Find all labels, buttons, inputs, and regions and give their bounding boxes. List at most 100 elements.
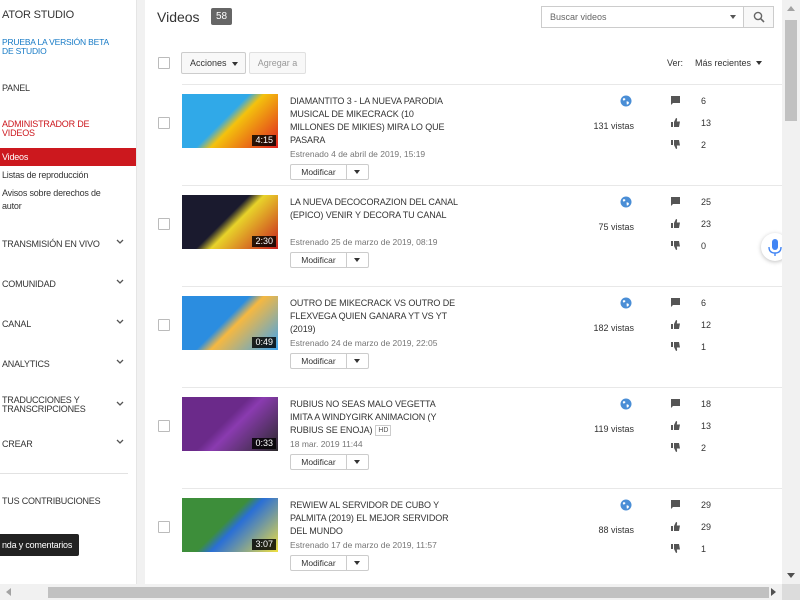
thumbs-down-icon xyxy=(671,544,680,553)
chevron-down-icon xyxy=(116,279,124,284)
sidebar-item-label: COMUNIDAD xyxy=(2,279,56,289)
caret-down-icon[interactable] xyxy=(354,170,360,174)
video-title-link[interactable]: REWIEW AL SERVIDOR DE CUBO Y PALMITA (20… xyxy=(290,499,458,538)
video-date: Estrenado 17 de marzo de 2019, 11:57 xyxy=(290,540,437,550)
thumbs-down-icon xyxy=(671,140,680,149)
studio-title: ATOR STUDIO xyxy=(2,9,74,21)
row-checkbox[interactable] xyxy=(158,521,170,533)
row-divider xyxy=(182,185,782,186)
sort-dropdown[interactable]: Más recientes xyxy=(695,58,763,68)
scroll-left-arrow[interactable] xyxy=(6,588,11,596)
scrollbar-corner xyxy=(782,584,800,600)
video-date: Estrenado 4 de abril de 2019, 15:19 xyxy=(290,149,426,159)
main-content: Videos 58 Acciones Agregar a Ver: Más re… xyxy=(145,0,782,584)
edit-button[interactable]: Modificar xyxy=(290,252,369,268)
like-count: 13 xyxy=(701,118,712,128)
vertical-scrollbar[interactable] xyxy=(782,0,800,584)
help-feedback-tooltip[interactable]: nda y comentarios xyxy=(0,534,79,556)
sidebar-item-label: CREAR xyxy=(2,439,33,449)
video-row: 0:49 OUTRO DE MIKECRACK VS OUTRO DE FLEX… xyxy=(145,286,782,387)
like-count: 13 xyxy=(701,421,712,431)
video-duration: 4:15 xyxy=(252,135,276,146)
video-title: DIAMANTITO 3 - LA NUEVA PARODIA MUSICAL … xyxy=(290,96,445,145)
globe-public-icon xyxy=(620,297,632,309)
like-count: 12 xyxy=(701,320,712,330)
search-filter-dropdown[interactable] xyxy=(730,15,736,19)
page-title: Videos xyxy=(157,9,200,25)
caret-down-icon[interactable] xyxy=(354,359,360,363)
dislike-count: 0 xyxy=(701,241,707,251)
row-checkbox[interactable] xyxy=(158,117,170,129)
sidebar-item-copyright-notices[interactable]: Avisos sobre derechos de autor xyxy=(0,187,110,213)
globe-public-icon xyxy=(620,499,632,511)
video-thumbnail[interactable]: 0:33 xyxy=(182,397,278,451)
sidebar-item-videos[interactable]: Videos xyxy=(0,148,136,166)
video-count-badge: 58 xyxy=(211,8,233,25)
edit-button[interactable]: Modificar xyxy=(290,353,369,369)
edit-label: Modificar xyxy=(291,354,347,368)
edit-button[interactable]: Modificar xyxy=(290,164,369,180)
video-thumbnail[interactable]: 3:07 xyxy=(182,498,278,552)
thumbs-up-icon xyxy=(671,522,680,531)
view-count: 182 vistas xyxy=(593,323,634,333)
actions-button[interactable]: Acciones xyxy=(181,52,246,74)
video-thumbnail[interactable]: 4:15 xyxy=(182,94,278,148)
video-title: LA NUEVA DECOCORAZION DEL CANAL (EPICO) … xyxy=(290,197,458,220)
video-title-link[interactable]: LA NUEVA DECOCORAZION DEL CANAL (EPICO) … xyxy=(290,196,458,222)
row-checkbox[interactable] xyxy=(158,420,170,432)
thumbs-down-icon xyxy=(671,443,680,452)
sidebar: ATOR STUDIO PRUEBA LA VERSIÓN BETA DE ST… xyxy=(0,0,137,584)
select-all-checkbox[interactable] xyxy=(158,57,170,69)
search-input[interactable] xyxy=(542,7,738,27)
edit-label: Modificar xyxy=(291,165,347,179)
edit-button[interactable]: Modificar xyxy=(290,454,369,470)
beta-link[interactable]: PRUEBA LA VERSIÓN BETA DE STUDIO xyxy=(2,38,122,56)
view-count: 88 vistas xyxy=(598,525,634,535)
caret-down-icon xyxy=(756,61,763,65)
scroll-right-arrow[interactable] xyxy=(771,588,776,596)
scrollbar-thumb[interactable] xyxy=(785,20,797,121)
search-box xyxy=(541,6,774,28)
video-title: OUTRO DE MIKECRACK VS OUTRO DE FLEXVEGA … xyxy=(290,298,456,334)
video-thumbnail[interactable]: 0:49 xyxy=(182,296,278,350)
comment-count: 6 xyxy=(701,96,707,106)
video-title-link[interactable]: RUBIUS NO SEAS MALO VEGETTA IMITA A WIND… xyxy=(290,398,458,437)
sidebar-item-playlists[interactable]: Listas de reproducción xyxy=(0,166,136,184)
dislike-count: 2 xyxy=(701,140,707,150)
row-divider xyxy=(182,286,782,287)
edit-label: Modificar xyxy=(291,556,347,570)
scroll-down-arrow[interactable] xyxy=(787,573,795,578)
thumbs-up-icon xyxy=(671,219,680,228)
edit-button[interactable]: Modificar xyxy=(290,555,369,571)
scrollbar-thumb[interactable] xyxy=(48,587,769,598)
row-divider xyxy=(182,488,782,489)
add-to-button[interactable]: Agregar a xyxy=(249,52,306,74)
scroll-up-arrow[interactable] xyxy=(787,6,795,11)
video-title: RUBIUS NO SEAS MALO VEGETTA IMITA A WIND… xyxy=(290,399,437,435)
sidebar-item-label: ANALYTICS xyxy=(2,359,50,369)
comment-count: 18 xyxy=(701,399,712,409)
video-row: 3:07 REWIEW AL SERVIDOR DE CUBO Y PALMIT… xyxy=(145,488,782,584)
video-thumbnail[interactable]: 2:30 xyxy=(182,195,278,249)
sidebar-item-label: PANEL xyxy=(2,83,30,93)
video-title-link[interactable]: OUTRO DE MIKECRACK VS OUTRO DE FLEXVEGA … xyxy=(290,297,458,336)
chevron-down-icon xyxy=(116,359,124,364)
video-row: 0:33 RUBIUS NO SEAS MALO VEGETTA IMITA A… xyxy=(145,387,782,488)
comment-icon xyxy=(671,298,680,307)
sidebar-divider xyxy=(0,473,128,474)
caret-down-icon[interactable] xyxy=(354,561,360,565)
like-count: 29 xyxy=(701,522,712,532)
video-duration: 2:30 xyxy=(252,236,276,247)
horizontal-scrollbar[interactable] xyxy=(0,584,782,600)
chevron-down-icon xyxy=(116,439,124,444)
dislike-count: 1 xyxy=(701,342,707,352)
row-checkbox[interactable] xyxy=(158,319,170,331)
search-button[interactable] xyxy=(743,7,773,27)
row-checkbox[interactable] xyxy=(158,218,170,230)
chevron-down-icon xyxy=(116,319,124,324)
caret-down-icon[interactable] xyxy=(354,460,360,464)
view-label: Ver: xyxy=(667,58,684,68)
video-title-link[interactable]: DIAMANTITO 3 - LA NUEVA PARODIA MUSICAL … xyxy=(290,95,458,147)
thumbs-down-icon xyxy=(671,342,680,351)
caret-down-icon[interactable] xyxy=(354,258,360,262)
